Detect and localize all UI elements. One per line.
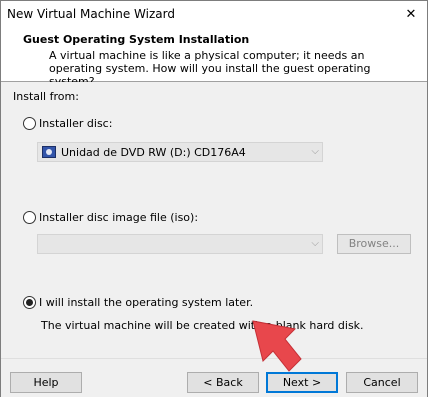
wizard-content: Install from: Installer disc: Unidad de … [1, 82, 427, 358]
pointer-arrow-icon [252, 320, 302, 372]
iso-option[interactable]: Installer disc image file (iso): [23, 211, 198, 224]
iso-path-select[interactable]: ⌵ [37, 234, 323, 254]
wizard-header: Guest Operating System Installation A vi… [1, 29, 427, 88]
disc-drive-value: Unidad de DVD RW (D:) CD176A4 [61, 146, 246, 159]
window-title: New Virtual Machine Wizard [7, 7, 175, 21]
installer-disc-label: Installer disc: [39, 117, 113, 130]
chevron-down-icon[interactable]: ⌵ [311, 146, 319, 157]
back-button[interactable]: < Back [187, 372, 259, 393]
iso-label: Installer disc image file (iso): [39, 211, 199, 224]
chevron-down-icon[interactable]: ⌵ [311, 238, 319, 249]
installer-disc-radio[interactable] [23, 117, 36, 130]
browse-button[interactable]: Browse... [337, 234, 411, 254]
title-bar: New Virtual Machine Wizard ✕ [1, 1, 427, 29]
cancel-button[interactable]: Cancel [346, 372, 418, 393]
wizard-window: New Virtual Machine Wizard ✕ Guest Opera… [0, 0, 428, 397]
install-later-option[interactable]: I will install the operating system late… [23, 296, 253, 309]
iso-radio[interactable] [23, 211, 36, 224]
install-later-description: The virtual machine will be created with… [41, 319, 364, 332]
install-later-label: I will install the operating system late… [39, 296, 254, 309]
install-later-radio[interactable] [23, 296, 36, 309]
install-from-label: Install from: [13, 90, 79, 103]
installer-disc-option[interactable]: Installer disc: [23, 117, 112, 130]
disc-drive-select[interactable]: Unidad de DVD RW (D:) CD176A4 ⌵ [37, 142, 323, 162]
close-icon[interactable]: ✕ [399, 3, 423, 27]
dvd-drive-icon [42, 146, 56, 158]
wizard-footer: Help < Back Next > Cancel [1, 358, 427, 397]
help-button[interactable]: Help [10, 372, 82, 393]
page-title: Guest Operating System Installation [23, 33, 250, 46]
